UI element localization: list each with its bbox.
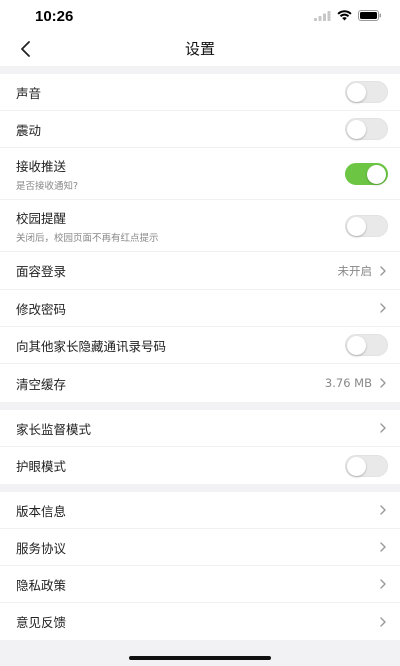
nav-bar: 设置 — [0, 32, 400, 66]
row-label: 服务协议 — [16, 540, 67, 556]
vibration-toggle[interactable] — [345, 118, 388, 140]
row-label: 接收推送 — [16, 158, 67, 174]
chevron-right-icon — [380, 423, 386, 433]
row-label: 向其他家长隐藏通讯录号码 — [16, 338, 167, 354]
status-icons — [314, 10, 382, 21]
row-label: 家长监督模式 — [16, 421, 92, 437]
row-label: 震动 — [16, 122, 42, 138]
face-login-status: 未开启 — [337, 263, 373, 278]
row-label: 修改密码 — [16, 301, 67, 317]
row-sublabel: 关闭后，校园页面不再有红点提示 — [16, 232, 159, 244]
home-indicator — [129, 656, 271, 660]
sound-toggle[interactable] — [345, 81, 388, 103]
push-toggle[interactable] — [345, 162, 388, 185]
settings-row-privacy-policy[interactable]: 隐私政策 — [0, 566, 400, 603]
signal-icon — [314, 10, 331, 21]
hide-contact-toggle[interactable] — [345, 334, 388, 356]
row-label: 意见反馈 — [16, 615, 67, 630]
chevron-right-icon — [380, 579, 386, 589]
settings-group-general: 声音 震动 接收推送 是否接收通知? 校园提醒 关闭后，校园页面不再有红点提示 … — [0, 74, 400, 402]
wifi-icon — [337, 10, 352, 21]
settings-group-modes: 家长监督模式 护眼模式 — [0, 410, 400, 484]
settings-row-feedback[interactable]: 意见反馈 — [0, 603, 400, 640]
chevron-right-icon — [380, 303, 386, 313]
chevron-right-icon — [380, 542, 386, 552]
campus-reminder-toggle[interactable] — [345, 214, 388, 237]
settings-row-push[interactable]: 接收推送 是否接收通知? — [0, 148, 400, 200]
row-label: 隐私政策 — [16, 577, 67, 593]
settings-row-version[interactable]: 版本信息 — [0, 492, 400, 529]
settings-row-eye-care[interactable]: 护眼模式 — [0, 447, 400, 484]
row-label: 版本信息 — [16, 503, 67, 519]
settings-row-clear-cache[interactable]: 清空缓存 3.76 MB — [0, 364, 400, 402]
eye-care-toggle[interactable] — [345, 454, 388, 477]
page-title: 设置 — [184, 40, 215, 58]
settings-row-campus-reminder[interactable]: 校园提醒 关闭后，校园页面不再有红点提示 — [0, 200, 400, 252]
chevron-right-icon — [380, 265, 386, 276]
settings-row-service-agreement[interactable]: 服务协议 — [0, 529, 400, 566]
row-label: 护眼模式 — [16, 459, 67, 474]
status-bar: 10:26 — [0, 0, 400, 32]
battery-icon — [358, 10, 381, 21]
settings-row-hide-contact[interactable]: 向其他家长隐藏通讯录号码 — [0, 327, 400, 364]
settings-row-parental-mode[interactable]: 家长监督模式 — [0, 410, 400, 447]
chevron-right-icon — [380, 505, 386, 515]
chevron-right-icon — [380, 616, 386, 627]
settings-row-vibration[interactable]: 震动 — [0, 111, 400, 148]
row-label: 面容登录 — [16, 264, 67, 279]
status-time: 10:26 — [35, 8, 74, 25]
settings-row-sound[interactable]: 声音 — [0, 74, 400, 111]
row-sublabel: 是否接收通知? — [16, 180, 79, 192]
row-label: 声音 — [16, 85, 42, 101]
chevron-right-icon — [380, 378, 386, 388]
cache-size: 3.76 MB — [324, 376, 372, 390]
settings-group-about: 版本信息 服务协议 隐私政策 意见反馈 — [0, 492, 400, 640]
row-label: 校园提醒 — [16, 210, 67, 226]
row-label: 清空缓存 — [16, 376, 67, 392]
settings-row-change-password[interactable]: 修改密码 — [0, 290, 400, 327]
settings-row-face-login[interactable]: 面容登录 未开启 — [0, 252, 400, 290]
